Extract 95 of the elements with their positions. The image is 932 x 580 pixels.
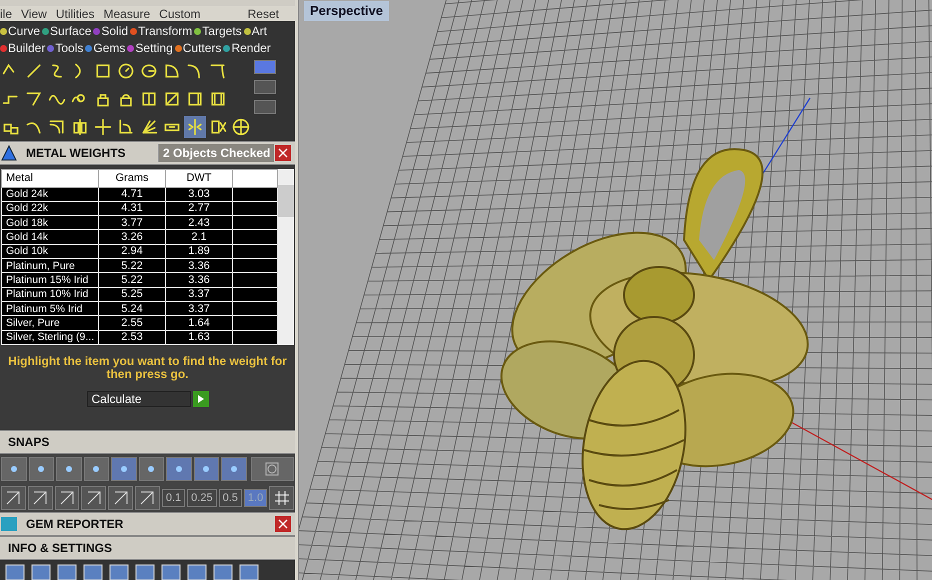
category-tab[interactable]: Tools: [55, 39, 84, 57]
category-tab[interactable]: Art: [252, 22, 267, 40]
table-cell: 2.55: [98, 316, 166, 330]
grid-size-button[interactable]: 0.1: [162, 489, 186, 507]
play-icon: [196, 395, 204, 403]
panel-title: SNAPS: [7, 434, 50, 451]
move-icon[interactable]: [94, 118, 112, 136]
point-icon: [147, 465, 156, 473]
category-tab[interactable]: Transform: [138, 22, 192, 40]
grid-button[interactable]: [269, 486, 294, 510]
cube-icon: [32, 490, 48, 506]
surface-icon[interactable]: [140, 90, 158, 108]
point-icon: [174, 465, 183, 473]
point-icon: [92, 465, 100, 473]
grid-icon: [274, 490, 290, 506]
table-cell: 3.26: [98, 230, 166, 244]
table-cell: 1.63: [166, 330, 232, 344]
perspective-viewport[interactable]: Perspective: [298, 0, 932, 580]
panel-title: GEM REPORTER: [25, 516, 124, 533]
close-icon: [278, 519, 288, 529]
table-cell: 4.71: [98, 187, 166, 202]
snap-button[interactable]: [138, 457, 164, 481]
column-header[interactable]: DWT: [166, 170, 232, 187]
fillet-icon[interactable]: [209, 62, 227, 80]
category-tab[interactable]: Builder: [8, 39, 46, 57]
panel-title: METAL WEIGHTS: [25, 145, 127, 162]
point-icon: [37, 465, 46, 473]
scissors-icon[interactable]: [209, 118, 227, 136]
surface-icon[interactable]: [209, 90, 227, 108]
column-header[interactable]: Grams: [98, 170, 166, 187]
go-button[interactable]: [192, 391, 208, 407]
snap-button[interactable]: [194, 457, 219, 481]
reset-menu-item[interactable]: Reset: [248, 4, 295, 22]
point-icon: [64, 465, 73, 473]
table-cell: 2.1: [166, 230, 232, 244]
snap-options-button[interactable]: [250, 457, 294, 481]
category-tab[interactable]: Gems: [93, 39, 126, 57]
menu-item[interactable]: Measure: [103, 4, 150, 22]
globe-icon[interactable]: [232, 118, 250, 136]
table-cell: 3.03: [166, 187, 232, 202]
category-tab[interactable]: Targets: [202, 22, 242, 40]
point-icon: [120, 465, 128, 473]
table-cell: 2.53: [98, 330, 166, 344]
point-icon: [10, 465, 18, 473]
grid-size-button[interactable]: 0.25: [187, 489, 217, 507]
category-tab[interactable]: Solid: [101, 22, 128, 40]
status-text: 2 Objects Checked: [158, 144, 274, 162]
surface-icon[interactable]: [186, 90, 204, 108]
calculate-field[interactable]: Calculate: [86, 391, 190, 407]
panel-title: INFO & SETTINGS: [7, 540, 114, 557]
snap-button[interactable]: [111, 457, 136, 481]
close-icon: [278, 148, 288, 158]
category-tab[interactable]: Surface: [50, 22, 92, 40]
table-cell: Silver, Pure: [2, 316, 98, 330]
table-cell: 3.36: [166, 272, 232, 288]
table-cell: Silver, Sterling (9...: [2, 330, 98, 344]
scale-icon: [0, 144, 18, 162]
corner-icon[interactable]: [25, 90, 43, 108]
point-icon: [202, 465, 210, 473]
square-icon[interactable]: [94, 62, 112, 80]
instruction-text: Highlight the item you want to find the weight for then press go.: [7, 355, 288, 381]
split-icon[interactable]: [71, 118, 89, 136]
menu-item[interactable]: Utilities: [56, 4, 94, 22]
surface-icon[interactable]: [163, 90, 181, 108]
fillet-icon[interactable]: [48, 118, 66, 136]
close-button[interactable]: [275, 516, 291, 532]
category-tab[interactable]: Render: [231, 39, 271, 57]
scrollbar[interactable]: [278, 169, 294, 345]
snap-button[interactable]: [1, 457, 26, 481]
point-icon: [230, 465, 238, 473]
mirror-icon[interactable]: [186, 118, 204, 136]
category-tab[interactable]: Curve: [8, 22, 40, 40]
snap-button[interactable]: [166, 457, 192, 481]
category-tab[interactable]: Setting: [135, 39, 173, 57]
burst-icon[interactable]: [140, 118, 158, 136]
rotate-icon[interactable]: [117, 118, 135, 136]
menu-item[interactable]: ile: [0, 4, 12, 22]
column-header[interactable]: Metal: [2, 170, 98, 187]
arc-icon[interactable]: [163, 62, 181, 80]
menu-item[interactable]: View: [21, 4, 47, 22]
table-cell: Platinum 15% Irid: [2, 272, 98, 288]
table-cell: 5.22: [98, 272, 166, 288]
grid-size-button[interactable]: 0.5: [218, 489, 242, 507]
table-cell: Gold 24k: [2, 187, 98, 202]
snap-button[interactable]: [56, 457, 82, 481]
category-tab[interactable]: Cutters: [182, 39, 222, 57]
snap-button[interactable]: [28, 457, 54, 481]
menu-item[interactable]: Custom: [159, 4, 201, 22]
circle-icon: [265, 462, 280, 476]
table-cell: Gold 14k: [2, 230, 98, 244]
snap-button[interactable]: [221, 457, 246, 481]
close-button[interactable]: [275, 145, 291, 161]
snap-button[interactable]: [84, 457, 109, 481]
table-cell: 1.64: [166, 316, 232, 330]
viewport-title: Perspective: [304, 1, 389, 20]
